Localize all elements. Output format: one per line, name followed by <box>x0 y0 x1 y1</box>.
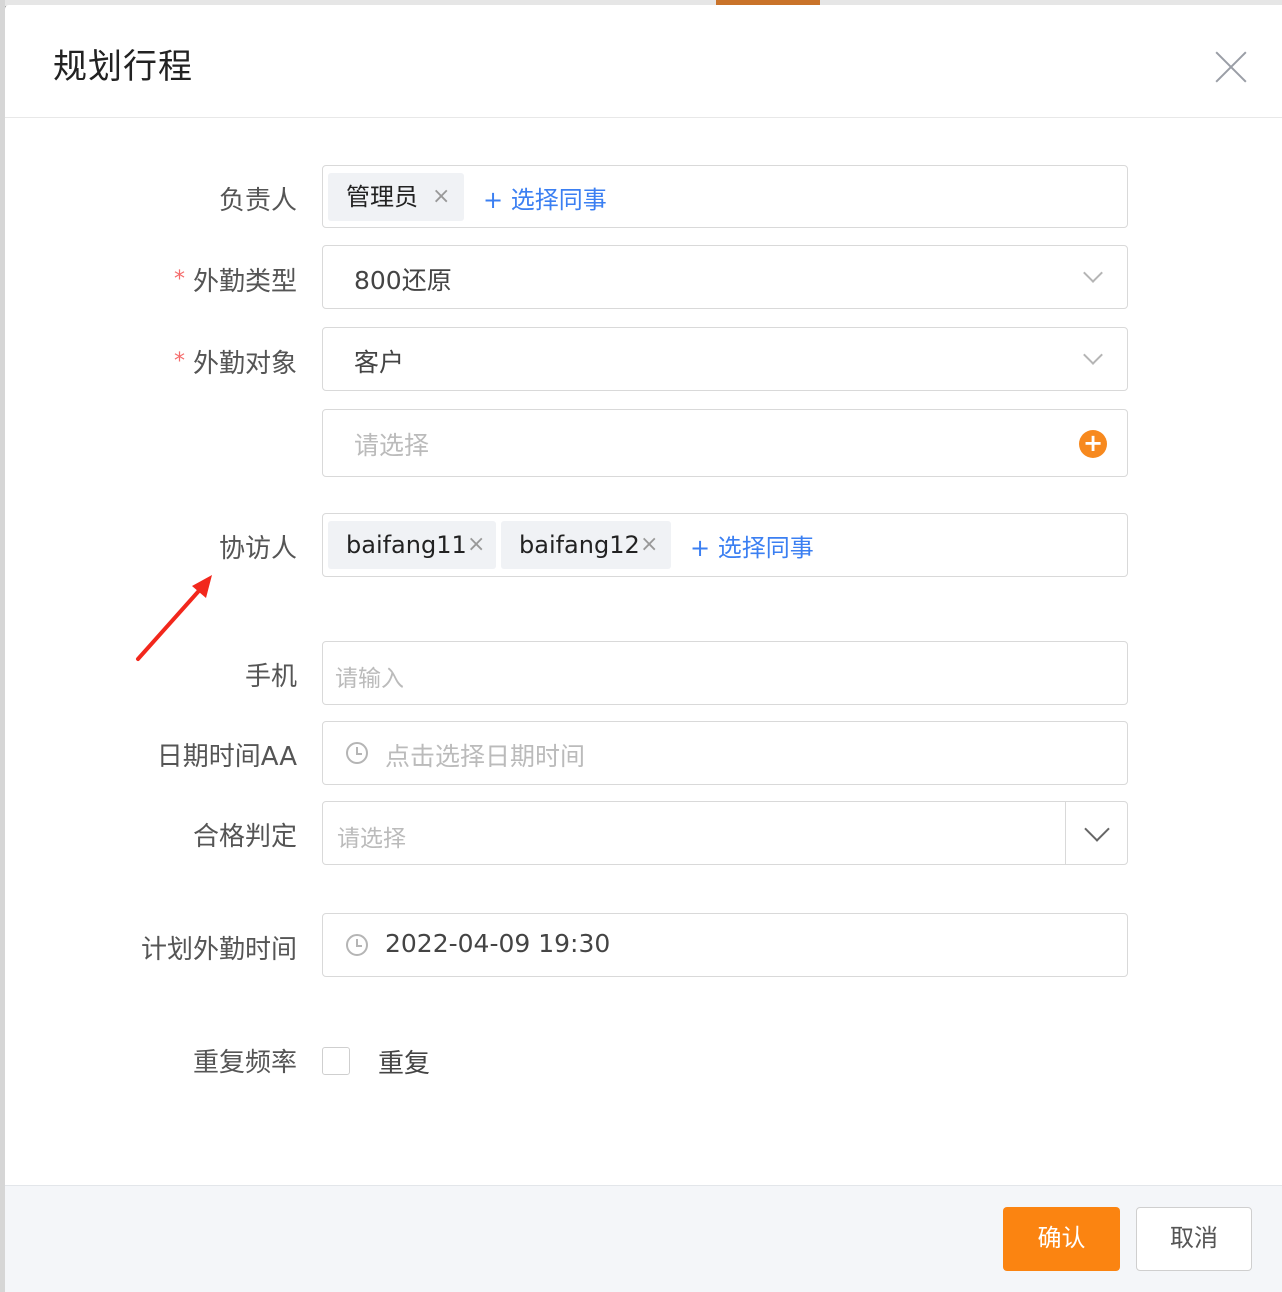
datetime-aa-placeholder: 点击选择日期时间 <box>385 742 586 771</box>
close-icon[interactable] <box>1213 49 1249 85</box>
visit-type-label-text: 外勤类型 <box>192 267 297 297</box>
phone-placeholder: 请输入 <box>335 666 404 692</box>
visit-type-select[interactable]: 800还原 <box>322 245 1128 309</box>
datetime-aa-label: 日期时间AA <box>156 742 297 772</box>
co-visitors-label: 协访人 <box>218 534 297 564</box>
co-visitors-field[interactable]: baifang11 × baifang12 × + 选择同事 <box>322 513 1128 577</box>
planned-time-label: 计划外勤时间 <box>140 935 297 965</box>
owner-tag: 管理员 × <box>328 173 464 221</box>
owner-tag-label: 管理员 <box>346 183 418 211</box>
co-visitor-tag: baifang11 × <box>328 521 496 569</box>
repeat-checkbox[interactable] <box>322 1047 350 1075</box>
owner-field[interactable]: 管理员 × + 选择同事 <box>322 165 1128 228</box>
clock-icon <box>346 742 368 764</box>
datetime-aa-picker[interactable]: 点击选择日期时间 <box>322 721 1128 785</box>
tag-remove-icon[interactable]: × <box>640 521 658 569</box>
annotation-arrow <box>136 575 212 661</box>
chevron-down-icon[interactable] <box>1084 816 1110 842</box>
clock-icon <box>346 934 368 956</box>
plan-trip-dialog: 规划行程 负责人 管理员 × + 选择同事 * 外勤类型 800还原 * 外勤对象 … <box>5 5 1282 1292</box>
owner-label: 负责人 <box>218 186 297 216</box>
co-visitor-tag-label: baifang12 <box>519 531 640 559</box>
select-divider <box>1065 802 1066 864</box>
tag-remove-icon[interactable]: × <box>432 173 450 221</box>
owner-add-colleague-link[interactable]: + 选择同事 <box>483 180 607 215</box>
planned-time-picker[interactable]: 2022-04-09 19:30 <box>322 913 1128 977</box>
required-mark: * <box>173 349 185 374</box>
co-visitor-tag-label: baifang11 <box>346 531 467 559</box>
repeat-label: 重复频率 <box>192 1048 297 1078</box>
visit-target-value: 客户 <box>354 348 405 377</box>
add-circle-icon[interactable]: + <box>1079 430 1107 458</box>
dialog-header: 规划行程 <box>5 5 1282 118</box>
dialog-title: 规划行程 <box>53 47 193 87</box>
qualification-label: 合格判定 <box>192 822 297 852</box>
chevron-down-icon <box>1083 263 1103 283</box>
planned-time-value: 2022-04-09 19:30 <box>385 929 611 958</box>
co-visitors-add-colleague-link[interactable]: + 选择同事 <box>690 528 814 563</box>
dialog-footer: 确认 取消 <box>5 1185 1282 1292</box>
visit-target-label-text: 外勤对象 <box>192 349 297 379</box>
visit-type-label: * 外勤类型 <box>174 261 297 298</box>
target-picker-input[interactable]: 请选择 + <box>322 409 1128 477</box>
chevron-down-icon <box>1083 345 1103 365</box>
visit-type-value: 800还原 <box>354 266 452 295</box>
target-picker-placeholder: 请选择 <box>354 431 430 460</box>
confirm-button[interactable]: 确认 <box>1003 1207 1120 1271</box>
cancel-button[interactable]: 取消 <box>1136 1207 1252 1271</box>
qualification-placeholder: 请选择 <box>337 826 406 852</box>
visit-target-select[interactable]: 客户 <box>322 327 1128 391</box>
phone-input[interactable]: 请输入 <box>322 641 1128 705</box>
phone-label: 手机 <box>244 662 297 692</box>
qualification-select[interactable]: 请选择 <box>322 801 1128 865</box>
required-mark: * <box>173 267 185 292</box>
co-visitor-tag: baifang12 × <box>501 521 671 569</box>
repeat-checkbox-label[interactable]: 重复 <box>378 1043 430 1080</box>
tag-remove-icon[interactable]: × <box>467 521 485 569</box>
visit-target-label: * 外勤对象 <box>174 343 297 380</box>
